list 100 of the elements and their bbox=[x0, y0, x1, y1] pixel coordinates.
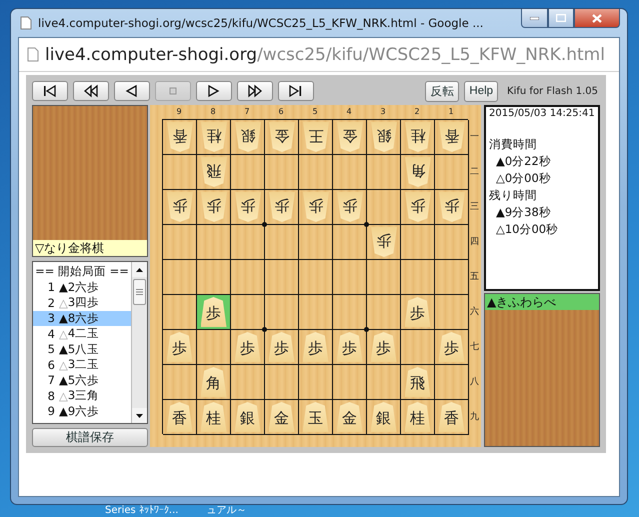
shogi-piece[interactable]: 銀 bbox=[370, 402, 396, 432]
fast-forward-icon bbox=[247, 84, 263, 98]
shogi-piece[interactable]: 歩 bbox=[438, 192, 464, 222]
shogi-piece[interactable]: 香 bbox=[166, 122, 192, 152]
url-host: live4.computer-shogi.org bbox=[45, 44, 258, 64]
shogi-piece[interactable]: 玉 bbox=[302, 402, 328, 432]
move-list-header[interactable]: == 開始局面 == bbox=[33, 264, 131, 280]
shogi-piece[interactable]: 飛 bbox=[404, 367, 430, 397]
shogi-piece[interactable]: 歩 bbox=[166, 332, 192, 362]
file-number: 3 bbox=[379, 106, 387, 118]
maximize-icon bbox=[556, 14, 566, 22]
move-item[interactable]: 1 ▲2六歩 bbox=[33, 280, 131, 295]
shogi-piece[interactable]: 歩 bbox=[268, 332, 294, 362]
maximize-button[interactable] bbox=[548, 9, 574, 28]
shogi-piece[interactable]: 歩 bbox=[336, 192, 362, 222]
shogi-piece[interactable]: 歩 bbox=[234, 192, 260, 222]
url-path: /wcsc25/kifu/WCSC25_L5_KFW_NRK.html bbox=[257, 44, 605, 64]
star-point bbox=[364, 222, 369, 227]
shogi-piece[interactable]: 銀 bbox=[370, 122, 396, 152]
up-arrow-icon bbox=[136, 268, 143, 272]
forward-button[interactable] bbox=[196, 81, 232, 101]
save-kifu-button[interactable]: 棋譜保存 bbox=[32, 428, 148, 447]
shogi-piece[interactable]: 金 bbox=[336, 402, 362, 432]
player-name: ▲きふわらべ bbox=[485, 294, 599, 310]
shogi-piece[interactable]: 香 bbox=[166, 402, 192, 432]
rank-label: 三 bbox=[469, 201, 480, 214]
shogi-piece[interactable]: 飛 bbox=[200, 157, 226, 187]
shogi-piece[interactable]: 歩 bbox=[200, 297, 226, 327]
move-item[interactable]: 2 △3四歩 bbox=[33, 295, 131, 310]
move-item[interactable]: 5 ▲5八玉 bbox=[33, 342, 131, 357]
shogi-piece[interactable]: 桂 bbox=[404, 402, 430, 432]
flip-button[interactable]: 反転 bbox=[425, 80, 460, 102]
shogi-piece[interactable]: 歩 bbox=[404, 297, 430, 327]
minimize-icon bbox=[530, 16, 539, 20]
shogi-piece[interactable]: 金 bbox=[268, 122, 294, 152]
move-item[interactable]: 3 ▲8六歩 bbox=[33, 310, 131, 326]
move-item[interactable]: 7 ▲5六歩 bbox=[33, 372, 131, 388]
scroll-thumb[interactable] bbox=[133, 279, 146, 305]
last-icon bbox=[288, 84, 304, 98]
shogi-piece[interactable]: 歩 bbox=[268, 192, 294, 222]
shogi-piece[interactable]: 桂 bbox=[200, 402, 226, 432]
shogi-piece[interactable]: 桂 bbox=[200, 122, 226, 152]
move-item[interactable]: 9 ▲9六歩 bbox=[33, 404, 131, 419]
shogi-piece[interactable]: 歩 bbox=[166, 192, 192, 222]
star-point bbox=[262, 327, 267, 332]
shogi-piece[interactable]: 角 bbox=[200, 367, 226, 397]
shogi-piece[interactable]: 金 bbox=[336, 122, 362, 152]
page-icon bbox=[20, 16, 32, 30]
version-label: Kifu for Flash 1.05 bbox=[507, 86, 598, 96]
time-heading: 残り時間 bbox=[489, 187, 538, 204]
shogi-piece[interactable]: 桂 bbox=[404, 122, 430, 152]
shogi-piece[interactable]: 王 bbox=[302, 122, 328, 152]
close-button[interactable] bbox=[574, 9, 620, 28]
file-number: 2 bbox=[413, 106, 421, 118]
forward-icon bbox=[206, 84, 222, 98]
shogi-piece[interactable]: 歩 bbox=[302, 332, 328, 362]
rank-label: 四 bbox=[469, 236, 480, 249]
scroll-up-button[interactable] bbox=[132, 262, 147, 277]
shogi-piece[interactable]: 歩 bbox=[200, 192, 226, 222]
shogi-piece[interactable]: 角 bbox=[404, 157, 430, 187]
page-icon bbox=[27, 47, 39, 62]
fast-forward-button[interactable] bbox=[237, 81, 273, 101]
move-item[interactable]: 8 △3三角 bbox=[33, 388, 131, 404]
move-item[interactable]: 4 △4二玉 bbox=[33, 326, 131, 342]
file-number: 8 bbox=[209, 106, 217, 118]
star-point bbox=[262, 222, 267, 227]
highlighted-square[interactable]: 歩 bbox=[197, 295, 231, 330]
rank-label: 九 bbox=[469, 410, 480, 424]
shogi-piece[interactable]: 香 bbox=[438, 402, 464, 432]
shogi-piece[interactable]: 香 bbox=[438, 122, 464, 152]
help-button[interactable]: Help bbox=[464, 80, 498, 102]
shogi-piece[interactable]: 歩 bbox=[336, 332, 362, 362]
first-button[interactable] bbox=[32, 81, 68, 101]
shogi-piece[interactable]: 銀 bbox=[234, 122, 260, 152]
shogi-piece[interactable]: 銀 bbox=[234, 402, 260, 432]
last-button[interactable] bbox=[278, 81, 314, 101]
desktop-icon-label: ュアル～ bbox=[206, 505, 246, 517]
file-number: 5 bbox=[311, 106, 319, 118]
rewind-icon bbox=[83, 84, 99, 98]
time-heading: 消費時間 bbox=[489, 136, 538, 153]
rank-label: 二 bbox=[469, 166, 480, 179]
shogi-piece[interactable]: 歩 bbox=[370, 332, 396, 362]
shogi-piece[interactable]: 歩 bbox=[370, 227, 396, 257]
rank-label: 七 bbox=[469, 340, 480, 354]
rewind-button[interactable] bbox=[73, 81, 109, 101]
date-time: 2015/05/03 14:25:41 bbox=[489, 108, 595, 119]
back-button[interactable] bbox=[114, 81, 150, 101]
file-number: 7 bbox=[243, 106, 251, 118]
window-title: live4.computer-shogi.org/wcsc25/kifu/WCSC25_L5_KFW_NRK.html - Google ... bbox=[38, 16, 484, 30]
scroll-down-button[interactable] bbox=[132, 408, 147, 423]
close-icon bbox=[592, 14, 602, 22]
minimize-button[interactable] bbox=[521, 9, 548, 28]
shogi-piece[interactable]: 歩 bbox=[302, 192, 328, 222]
rank-label: 六 bbox=[469, 306, 480, 319]
move-item[interactable]: 6 △3二玉 bbox=[33, 357, 131, 372]
shogi-piece[interactable]: 歩 bbox=[234, 332, 260, 362]
shogi-piece[interactable]: 歩 bbox=[404, 192, 430, 222]
rank-label: 五 bbox=[469, 271, 480, 284]
shogi-piece[interactable]: 歩 bbox=[438, 332, 464, 362]
shogi-piece[interactable]: 金 bbox=[268, 402, 294, 432]
